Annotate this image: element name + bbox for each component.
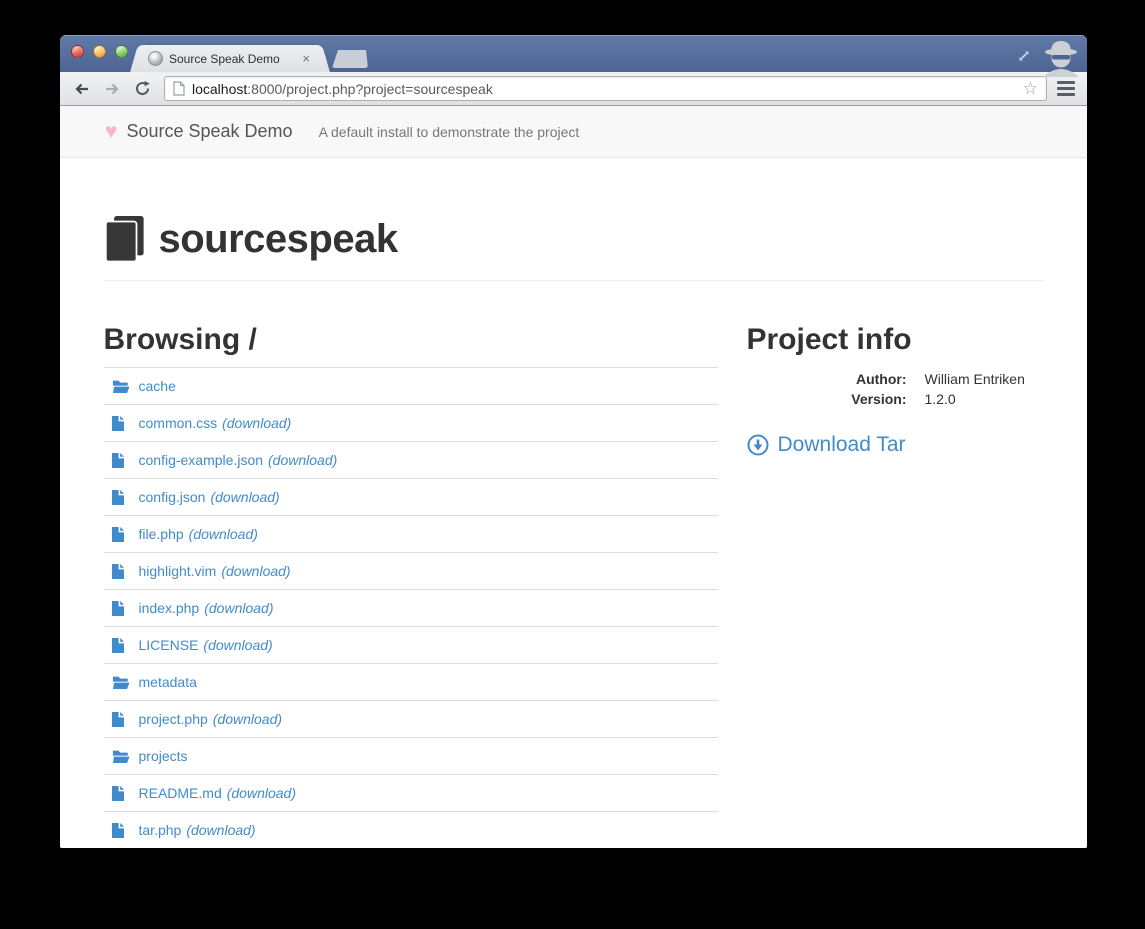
project-title-block: sourcespeak — [104, 216, 1044, 262]
page-viewport: ♥ Source Speak Demo A default install to… — [60, 106, 1087, 848]
file-download-link[interactable]: (download) — [203, 637, 272, 653]
file-link[interactable]: config.json — [139, 489, 206, 505]
file-link[interactable]: highlight.vim — [139, 563, 217, 579]
file-link[interactable]: tar.php — [139, 822, 182, 838]
file-download-link[interactable]: (download) — [213, 711, 282, 727]
file-list-row: metadata — [103, 663, 718, 700]
site-header: ♥ Source Speak Demo A default install to… — [60, 106, 1087, 158]
file-list: cache common.css (download) config-examp… — [103, 367, 718, 848]
incognito-icon — [1043, 41, 1079, 77]
download-tar-link[interactable]: Download Tar — [747, 433, 906, 457]
file-list-row: tar.php (download) — [103, 811, 718, 848]
file-link[interactable]: config-example.json — [139, 452, 264, 468]
file-icon — [111, 600, 130, 616]
file-list-row: config-example.json (download) — [103, 441, 718, 478]
file-download-link[interactable]: (download) — [227, 785, 296, 801]
folder-link[interactable]: metadata — [139, 674, 197, 690]
folder-icon — [112, 675, 130, 690]
file-list-row: file.php (download) — [103, 515, 718, 552]
browser-window: Source Speak Demo × localhost:8000/proje… — [60, 35, 1087, 848]
file-list-row: README.md (download) — [103, 774, 718, 811]
bookmark-star-icon[interactable]: ☆ — [1023, 80, 1038, 97]
traffic-lights — [71, 45, 128, 58]
site-tagline: A default install to demonstrate the pro… — [318, 123, 580, 140]
file-download-link[interactable]: (download) — [189, 526, 258, 542]
download-icon — [747, 434, 768, 456]
project-info-section: Project info Author: William Entriken Ve… — [747, 303, 1044, 848]
fullscreen-icon[interactable] — [1015, 47, 1033, 65]
folder-link[interactable]: projects — [139, 748, 188, 764]
url-host: localhost — [192, 80, 248, 97]
tab-title: Source Speak Demo — [169, 51, 280, 66]
download-tar-label: Download Tar — [777, 433, 906, 456]
project-title: sourcespeak — [158, 216, 399, 261]
url-path: :8000/project.php?project=sourcespeak — [247, 80, 493, 97]
new-tab-button[interactable] — [332, 50, 368, 68]
file-download-link[interactable]: (download) — [222, 415, 291, 431]
version-value: 1.2.0 — [924, 391, 956, 407]
file-list-row: highlight.vim (download) — [103, 552, 718, 589]
main-content: sourcespeak Browsing / cache common.css … — [103, 216, 1044, 848]
author-label: Author: — [855, 371, 907, 387]
browsing-section: Browsing / cache common.css (download) c… — [103, 303, 718, 848]
window-zoom-button[interactable] — [115, 45, 128, 58]
file-icon — [111, 489, 130, 505]
file-download-link[interactable]: (download) — [204, 600, 273, 616]
file-list-row: config.json (download) — [103, 478, 718, 515]
url-text: localhost:8000/project.php?project=sourc… — [192, 81, 493, 97]
title-divider — [103, 280, 1044, 281]
folder-icon — [112, 749, 130, 764]
browsing-heading: Browsing / — [103, 323, 257, 356]
file-list-row: index.php (download) — [103, 589, 718, 626]
file-download-link[interactable]: (download) — [186, 822, 255, 838]
file-link[interactable]: file.php — [139, 526, 184, 542]
version-label: Version: — [851, 391, 907, 407]
file-download-link[interactable]: (download) — [268, 452, 337, 468]
reload-button[interactable] — [130, 77, 154, 101]
page-icon — [173, 81, 185, 96]
project-info-heading: Project info — [746, 323, 912, 356]
file-link[interactable]: project.php — [139, 711, 208, 727]
browser-tab[interactable]: Source Speak Demo × — [142, 45, 318, 72]
tab-favicon-icon — [148, 51, 163, 66]
tab-close-icon[interactable]: × — [300, 51, 312, 66]
browser-toolbar: localhost:8000/project.php?project=sourc… — [60, 72, 1087, 106]
project-info-list: Author: William Entriken Version: 1.2.0 — [747, 369, 1044, 409]
file-list-row: projects — [103, 737, 718, 774]
file-list-row: cache — [103, 367, 718, 404]
author-value: William Entriken — [924, 371, 1025, 387]
book-icon — [104, 216, 144, 262]
file-icon — [111, 822, 130, 838]
file-icon — [111, 637, 130, 653]
brand-link[interactable]: Source Speak Demo — [126, 121, 292, 142]
file-link[interactable]: index.php — [139, 600, 200, 616]
folder-link[interactable]: cache — [139, 378, 176, 394]
window-close-button[interactable] — [71, 45, 84, 58]
file-link[interactable]: common.css — [139, 415, 218, 431]
folder-icon — [112, 379, 130, 394]
desktop-background: Source Speak Demo × localhost:8000/proje… — [0, 0, 1145, 929]
file-download-link[interactable]: (download) — [210, 489, 279, 505]
heart-icon: ♥ — [105, 120, 118, 143]
file-download-link[interactable]: (download) — [221, 563, 290, 579]
file-icon — [111, 452, 130, 468]
file-list-row: project.php (download) — [103, 700, 718, 737]
file-icon — [111, 563, 130, 579]
address-bar[interactable]: localhost:8000/project.php?project=sourc… — [164, 76, 1047, 101]
file-icon — [111, 415, 130, 431]
file-link[interactable]: LICENSE — [139, 637, 199, 653]
back-button[interactable] — [70, 77, 94, 101]
file-icon — [111, 526, 130, 542]
browser-titlebar[interactable]: Source Speak Demo × — [60, 35, 1087, 77]
file-icon — [111, 711, 130, 727]
forward-button[interactable] — [100, 77, 124, 101]
menu-button[interactable] — [1055, 77, 1077, 100]
file-list-row: common.css (download) — [103, 404, 718, 441]
window-minimize-button[interactable] — [93, 45, 106, 58]
file-list-row: LICENSE (download) — [103, 626, 718, 663]
file-icon — [111, 785, 130, 801]
file-link[interactable]: README.md — [139, 785, 222, 801]
